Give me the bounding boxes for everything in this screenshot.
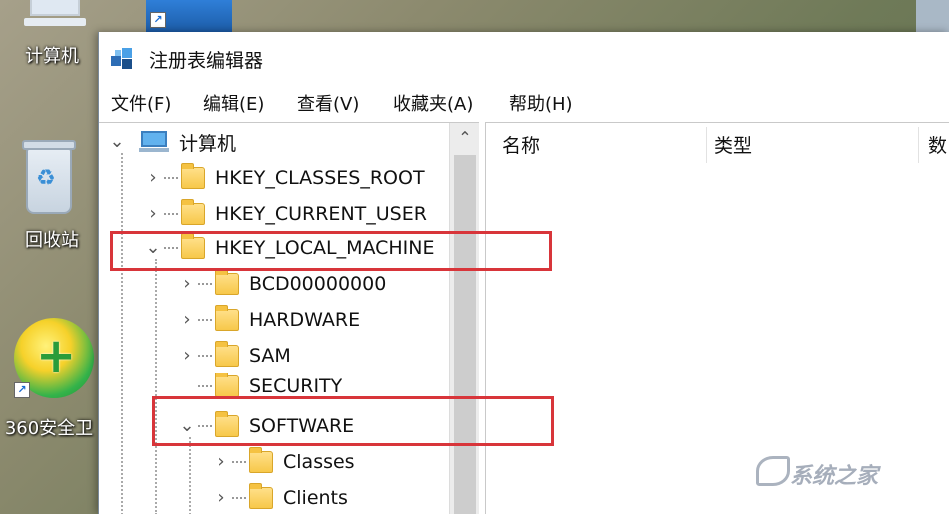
- collapse-chevron-icon[interactable]: ⌄: [109, 132, 125, 152]
- regedit-icon: [111, 46, 139, 72]
- watermark-text: 系统之家: [790, 464, 879, 489]
- tree-node-hkcu[interactable]: › HKEY_CURRENT_USER: [145, 197, 427, 231]
- tree-node-computer[interactable]: ⌄ 计算机: [109, 125, 236, 159]
- folder-icon: [215, 373, 239, 397]
- expand-chevron-icon[interactable]: ›: [145, 168, 161, 188]
- folder-icon: [181, 199, 205, 225]
- desktop-edge: [916, 0, 949, 32]
- expand-chevron-icon[interactable]: ›: [145, 204, 161, 224]
- window-title: 注册表编辑器: [149, 50, 264, 72]
- column-separator[interactable]: [706, 127, 707, 163]
- column-header-name[interactable]: 名称: [502, 131, 540, 158]
- menu-view[interactable]: 查看(V): [297, 90, 359, 116]
- title-bar[interactable]: 注册表编辑器: [99, 32, 949, 88]
- tree-node-bcd[interactable]: › BCD00000000: [179, 267, 386, 301]
- menu-favorites[interactable]: 收藏夹(A): [393, 90, 473, 116]
- expand-chevron-icon[interactable]: ›: [179, 346, 195, 366]
- expand-chevron-icon[interactable]: ›: [213, 488, 229, 508]
- highlight-box-software: [152, 396, 554, 446]
- tree-node-label: SAM: [249, 345, 291, 367]
- folder-icon: [181, 163, 205, 189]
- desktop-icon-computer[interactable]: 计算机: [4, 0, 100, 68]
- column-separator[interactable]: [918, 127, 919, 163]
- recycle-bin-icon[interactable]: ♻: [22, 140, 76, 216]
- highlight-box-hklm: [110, 231, 552, 271]
- tree-node-hkcr[interactable]: › HKEY_CLASSES_ROOT: [145, 161, 425, 195]
- tree-node-label: HARDWARE: [249, 309, 361, 331]
- computer-icon: [24, 0, 86, 30]
- desktop-icon-label: 360安全卫: [4, 418, 94, 439]
- folder-icon: [249, 447, 273, 473]
- tree-guide-line: [155, 259, 157, 514]
- menu-bar: 文件(F) 编辑(E) 查看(V) 收藏夹(A) 帮助(H): [99, 90, 949, 120]
- tree-node-label: HKEY_CLASSES_ROOT: [215, 167, 425, 189]
- desktop-icon-recycle-bin[interactable]: 回收站: [4, 226, 100, 252]
- column-header-data[interactable]: 数: [928, 131, 947, 158]
- tree-node-sam[interactable]: › SAM: [179, 339, 291, 373]
- folder-icon: [215, 305, 239, 331]
- desktop-icon-label: 回收站: [25, 230, 79, 251]
- expand-chevron-icon[interactable]: ›: [179, 310, 195, 330]
- tree-guide-line: [121, 153, 123, 514]
- tree-scrollbar[interactable]: ⌃: [449, 123, 479, 514]
- tree-node-label: HKEY_CURRENT_USER: [215, 203, 427, 225]
- tree-node-label: Clients: [283, 487, 348, 509]
- menu-file[interactable]: 文件(F): [111, 90, 171, 116]
- expand-chevron-icon[interactable]: ›: [213, 452, 229, 472]
- tree-node-clients[interactable]: › Clients: [213, 481, 348, 514]
- watermark-logo-icon: [756, 456, 790, 486]
- values-list: 名称 类型 数: [485, 122, 949, 514]
- tree-guide-line: [189, 437, 191, 514]
- tree-node-label: 计算机: [179, 132, 237, 155]
- tree-node-hardware[interactable]: › HARDWARE: [179, 303, 360, 337]
- folder-icon: [215, 269, 239, 295]
- tree-node-label: SECURITY: [249, 375, 343, 397]
- computer-icon: [139, 131, 169, 153]
- desktop-icon-label: 计算机: [25, 46, 79, 67]
- tree-node-security[interactable]: SECURITY: [179, 373, 342, 397]
- tree-node-label: Classes: [283, 451, 355, 473]
- menu-edit[interactable]: 编辑(E): [203, 90, 264, 116]
- desktop-icon-360[interactable]: 360安全卫: [0, 414, 104, 440]
- registry-tree: ⌄ 计算机 › HKEY_CLASSES_ROOT › HKEY_CURRENT…: [99, 122, 479, 514]
- scroll-up-arrow-icon[interactable]: ⌃: [450, 123, 479, 153]
- folder-icon: [249, 483, 273, 509]
- tree-node-classes[interactable]: › Classes: [213, 445, 355, 479]
- shortcut-arrow-icon: ↗: [14, 382, 30, 398]
- scroll-thumb[interactable]: [454, 155, 476, 514]
- menu-help[interactable]: 帮助(H): [509, 90, 573, 116]
- tree-node-label: BCD00000000: [249, 273, 387, 295]
- folder-icon: [215, 341, 239, 367]
- shortcut-arrow-icon: ↗: [150, 12, 166, 28]
- column-header-type[interactable]: 类型: [714, 131, 752, 158]
- expand-chevron-icon[interactable]: ›: [179, 274, 195, 294]
